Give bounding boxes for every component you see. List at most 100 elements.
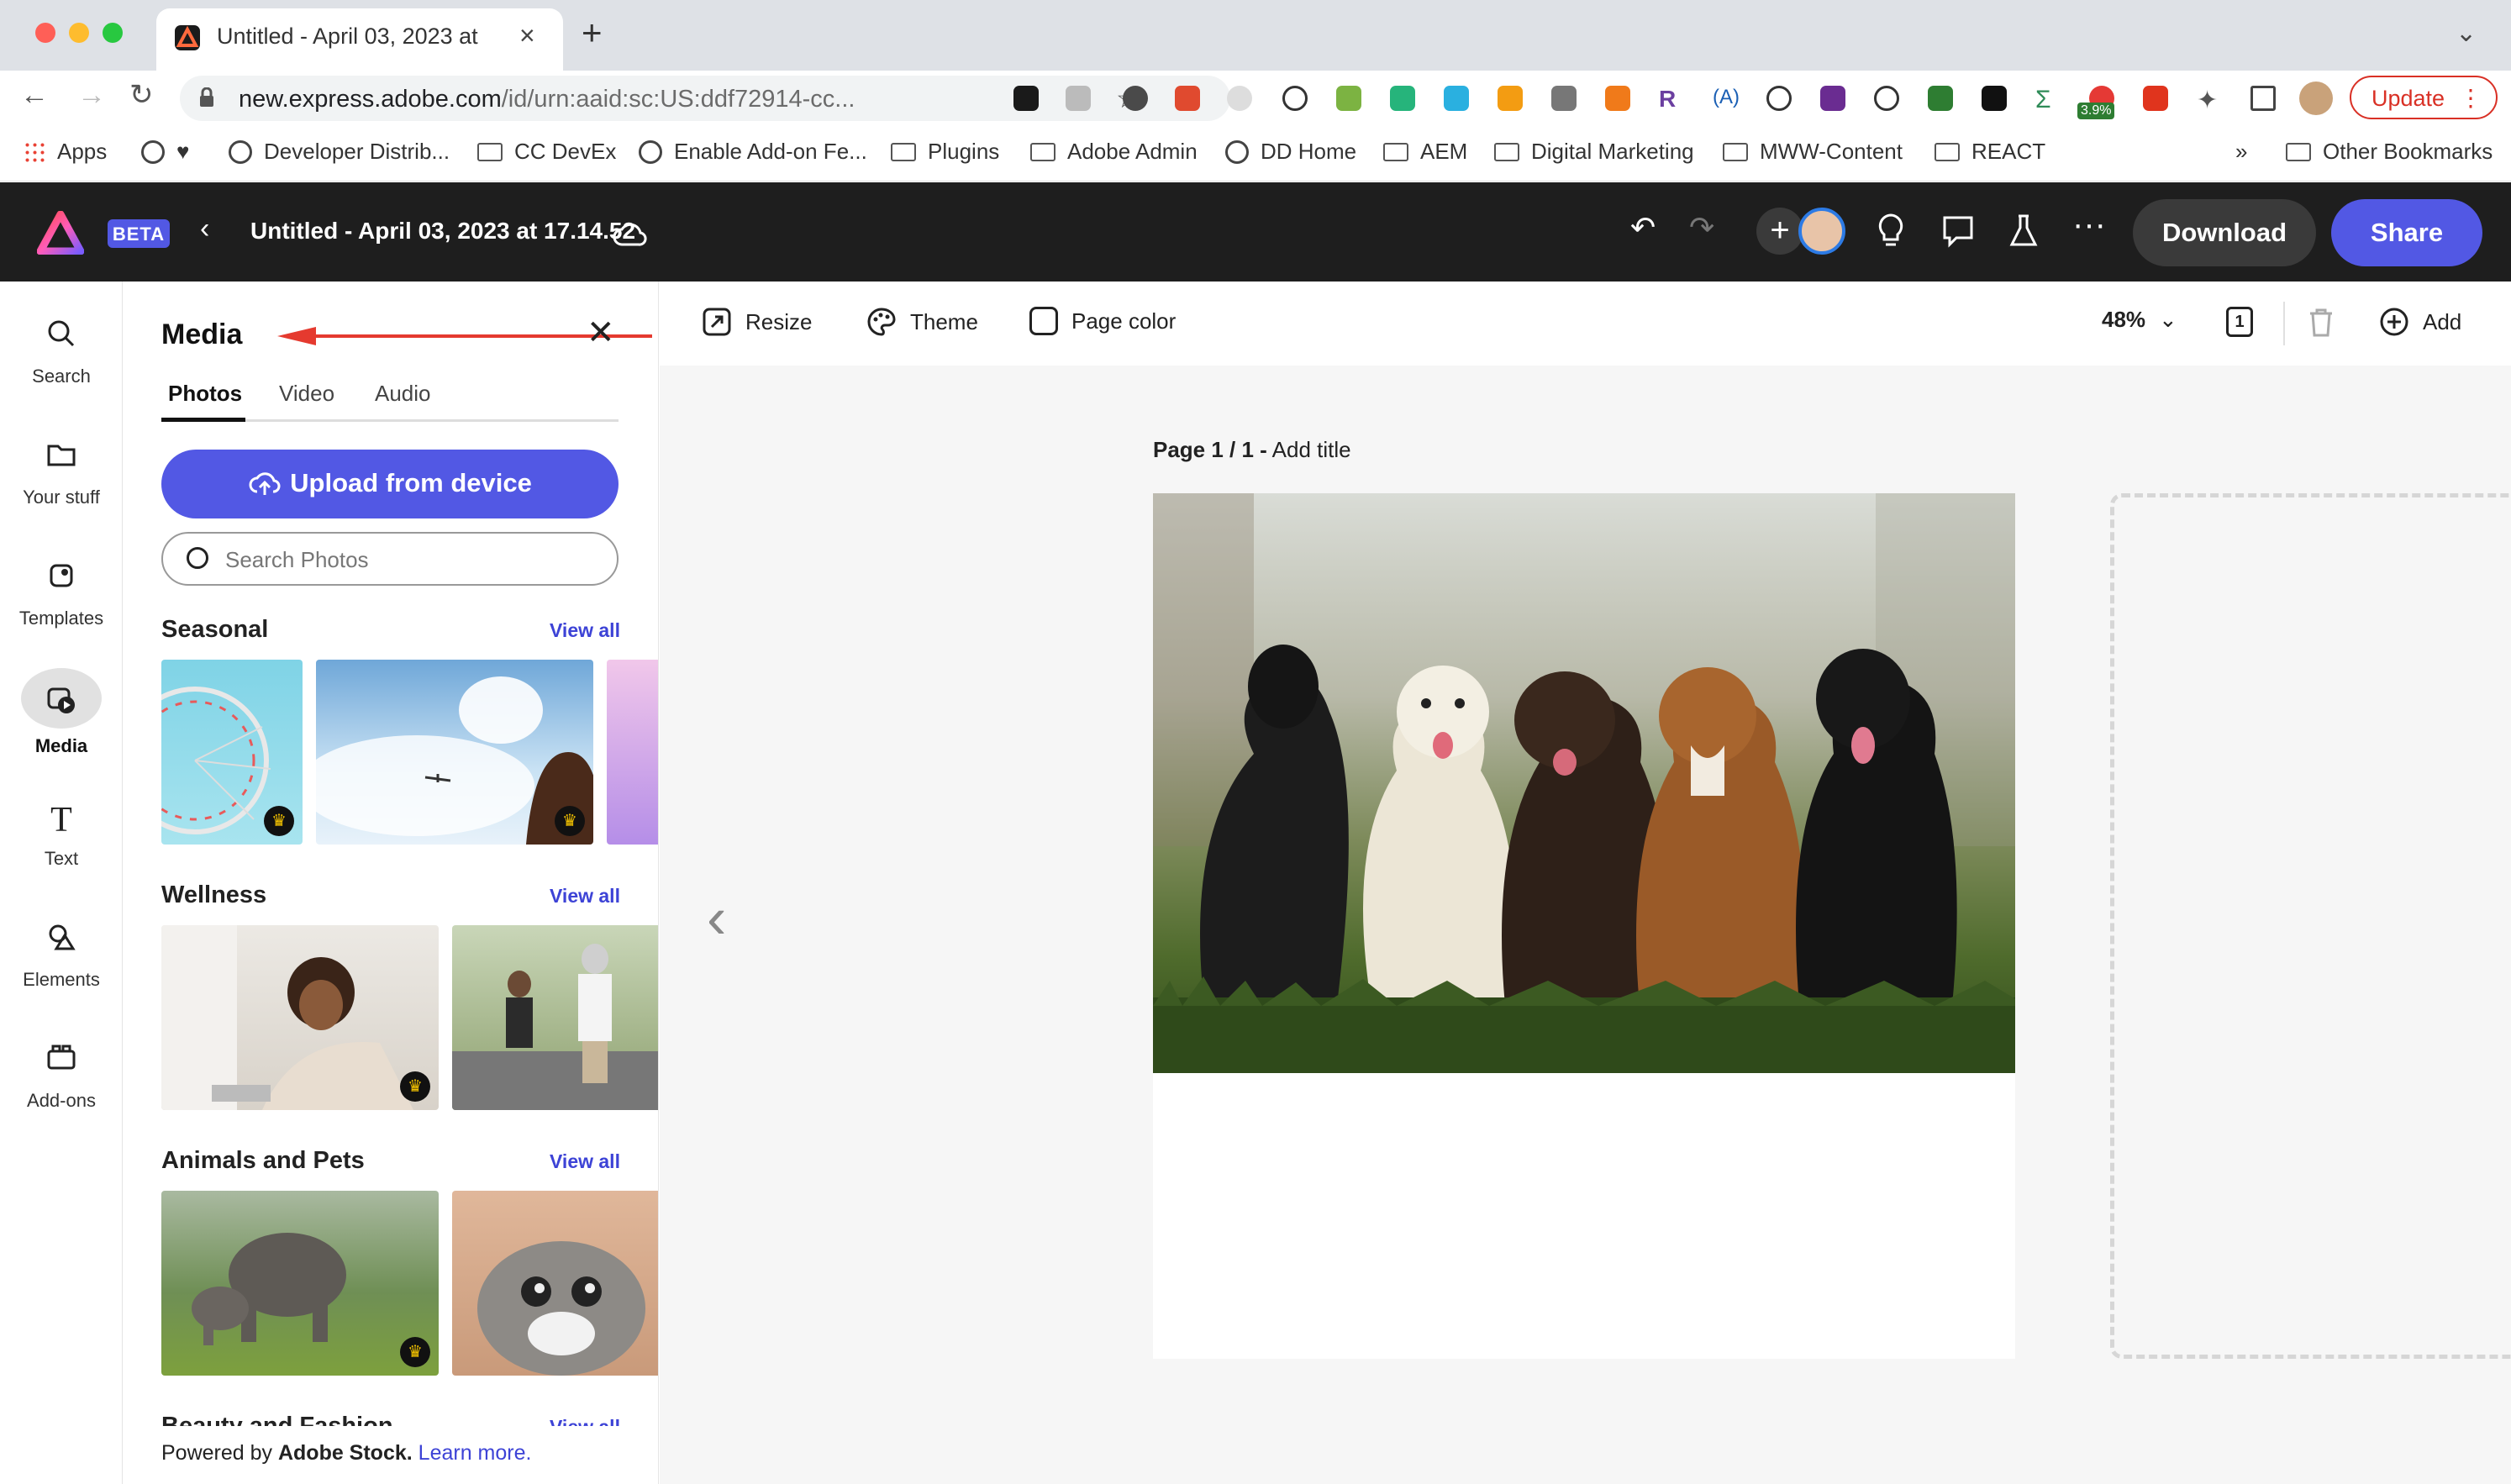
comment-extension-icon[interactable] <box>1123 86 1148 111</box>
puzzle-extensions-icon[interactable]: ✦ <box>2197 86 2222 114</box>
close-panel-icon[interactable]: ✕ <box>587 313 615 352</box>
adobe-express-logo-icon[interactable] <box>37 211 84 255</box>
delete-page-button[interactable] <box>2307 307 2335 337</box>
dogs-photo[interactable] <box>1153 493 2015 1073</box>
update-button[interactable]: Update ⋮ <box>2350 76 2498 119</box>
rail-item-templates[interactable]: Templates <box>0 559 123 629</box>
undo-icon[interactable]: ↶ <box>1630 213 1656 243</box>
a-circle-extension-icon[interactable] <box>1766 86 1792 111</box>
photo-thumbnail-woman-phone[interactable]: ♛ <box>161 925 439 1110</box>
view-all-seasonal-link[interactable]: View all <box>550 619 620 642</box>
previous-page-chevron-icon[interactable]: ‹ <box>707 888 726 947</box>
profile-avatar[interactable] <box>2299 82 2333 115</box>
photo-thumbnail-purple[interactable] <box>607 660 658 845</box>
bookmark-mww-content[interactable]: MWW-Content <box>1723 139 1903 165</box>
back-chevron-icon[interactable]: ‹ <box>200 213 209 245</box>
side-panel-icon[interactable] <box>2250 86 2276 111</box>
bookmark-digital-marketing[interactable]: Digital Marketing <box>1494 139 1694 165</box>
bookmark-plugins[interactable]: Plugins <box>891 139 999 165</box>
resize-button[interactable]: Resize <box>702 307 812 337</box>
upload-from-device-button[interactable]: Upload from device <box>161 450 619 518</box>
more-options-icon[interactable]: ··· <box>2072 208 2106 241</box>
photo-thumbnail-sky-woman[interactable]: ♛ <box>316 660 593 845</box>
search-photos-field[interactable] <box>161 532 619 586</box>
search-photos-input[interactable] <box>225 544 595 576</box>
bookmark-adobe-admin[interactable]: Adobe Admin <box>1030 139 1198 165</box>
bookmark-dd-home[interactable]: DD Home <box>1225 139 1356 165</box>
rail-item-add-ons[interactable]: Add-ons <box>0 1041 123 1112</box>
bookmark-other-bookmarks[interactable]: Other Bookmarks <box>2286 139 2493 165</box>
bookmark-react[interactable]: REACT <box>1935 139 2045 165</box>
reload-button[interactable]: ↻ <box>129 81 154 109</box>
h-extension-icon[interactable] <box>1605 86 1630 111</box>
lightbulb-icon[interactable] <box>1876 213 1906 250</box>
lock-extension-icon[interactable] <box>1175 86 1200 111</box>
photo-thumbnail-kitten[interactable] <box>452 1191 658 1376</box>
tab-video[interactable]: Video <box>279 381 334 407</box>
sigma-extension-icon[interactable]: Σ <box>2035 86 2061 113</box>
invite-plus-button[interactable]: + <box>1756 208 1803 255</box>
m-black-extension-icon[interactable] <box>1982 86 2007 111</box>
dots-extension-icon[interactable] <box>1227 86 1252 111</box>
android-extension-icon[interactable] <box>1336 86 1361 111</box>
redo-icon[interactable]: ↷ <box>1689 213 1714 243</box>
share-button[interactable]: Share <box>2331 199 2482 266</box>
bookmark-cc-devex[interactable]: CC DevEx <box>477 139 616 165</box>
r-purple-extension-icon[interactable] <box>1820 86 1845 111</box>
comment-icon[interactable] <box>1941 214 1975 248</box>
a-bracket-extension-icon[interactable]: (A) <box>1713 86 1740 111</box>
bookmark-aem[interactable]: AEM <box>1383 139 1467 165</box>
rail-item-text[interactable]: T Text <box>0 799 123 870</box>
info-extension-icon[interactable] <box>1282 86 1308 111</box>
bookmark-developer-distrib[interactable]: Developer Distrib... <box>229 139 450 165</box>
forward-button[interactable]: → <box>77 81 106 109</box>
pages-button[interactable]: 1 <box>2226 307 2253 337</box>
rail-item-elements[interactable]: Elements <box>0 920 123 991</box>
react-devtools-icon[interactable] <box>1013 86 1039 111</box>
acrobat-extension-icon[interactable] <box>2143 86 2168 111</box>
close-tab-icon[interactable]: × <box>519 20 535 51</box>
m-green-extension-icon[interactable] <box>1928 86 1953 111</box>
download-button[interactable]: Download <box>2133 199 2316 266</box>
minimize-window-button[interactable] <box>69 23 89 43</box>
rss-extension-icon[interactable] <box>1498 86 1523 111</box>
bookmarks-overflow-button[interactable]: » <box>2235 139 2247 165</box>
blocked-extension-icon[interactable] <box>1874 86 1899 111</box>
asterisk-extension-icon[interactable] <box>1444 86 1469 111</box>
bookmark-globe-heart[interactable]: ♥ <box>141 139 189 165</box>
page-color-button[interactable]: Page color <box>1029 307 1176 335</box>
collaborator-avatar[interactable] <box>1798 208 1845 255</box>
photo-thumbnail-elephants[interactable]: ♛ <box>161 1191 439 1376</box>
browser-tab[interactable]: Untitled - April 03, 2023 at 17.14.52 × <box>156 8 563 71</box>
tab-audio[interactable]: Audio <box>375 381 431 407</box>
document-title[interactable]: Untitled - April 03, 2023 at 17.14.52 <box>250 218 635 245</box>
add-page-button[interactable]: Add <box>2379 307 2461 337</box>
view-all-animals-link[interactable]: View all <box>550 1150 620 1173</box>
close-window-button[interactable] <box>35 23 55 43</box>
zoom-dropdown[interactable]: 48% ⌄ <box>2102 307 2177 333</box>
tab-search-chevron-icon[interactable]: ⌄ <box>2456 18 2477 48</box>
r-extension-icon[interactable]: R <box>1659 86 1684 112</box>
learn-more-link[interactable]: Learn more. <box>418 1441 532 1465</box>
view-all-wellness-link[interactable]: View all <box>550 885 620 908</box>
photo-thumbnail-ferris-wheel[interactable]: ♛ <box>161 660 303 845</box>
add-title-link[interactable]: Add title <box>1272 437 1351 462</box>
rail-item-your-stuff[interactable]: Your stuff <box>0 438 123 508</box>
zoom-window-button[interactable] <box>103 23 123 43</box>
bookmark-apps[interactable]: Apps <box>24 139 107 165</box>
canvas-page[interactable] <box>1153 493 2015 1359</box>
back-button[interactable]: ← <box>20 81 49 109</box>
new-tab-button[interactable]: + <box>582 15 603 50</box>
theme-button[interactable]: Theme <box>866 307 978 337</box>
photo-thumbnail-runners[interactable] <box>452 925 658 1110</box>
rail-item-media[interactable]: Media <box>0 668 123 757</box>
rail-item-search[interactable]: Search <box>0 317 123 387</box>
v-extension-icon[interactable] <box>1551 86 1577 111</box>
add-page-placeholder[interactable] <box>2110 493 2511 1359</box>
bookmark-enable-addon[interactable]: Enable Add-on Fe... <box>639 139 867 165</box>
smile-extension-icon[interactable] <box>1390 86 1415 111</box>
cloud-sync-icon[interactable] <box>612 219 649 248</box>
tab-photos[interactable]: Photos <box>168 381 242 407</box>
flask-icon[interactable] <box>2008 213 2039 250</box>
chat-extension-icon[interactable] <box>1066 86 1091 111</box>
